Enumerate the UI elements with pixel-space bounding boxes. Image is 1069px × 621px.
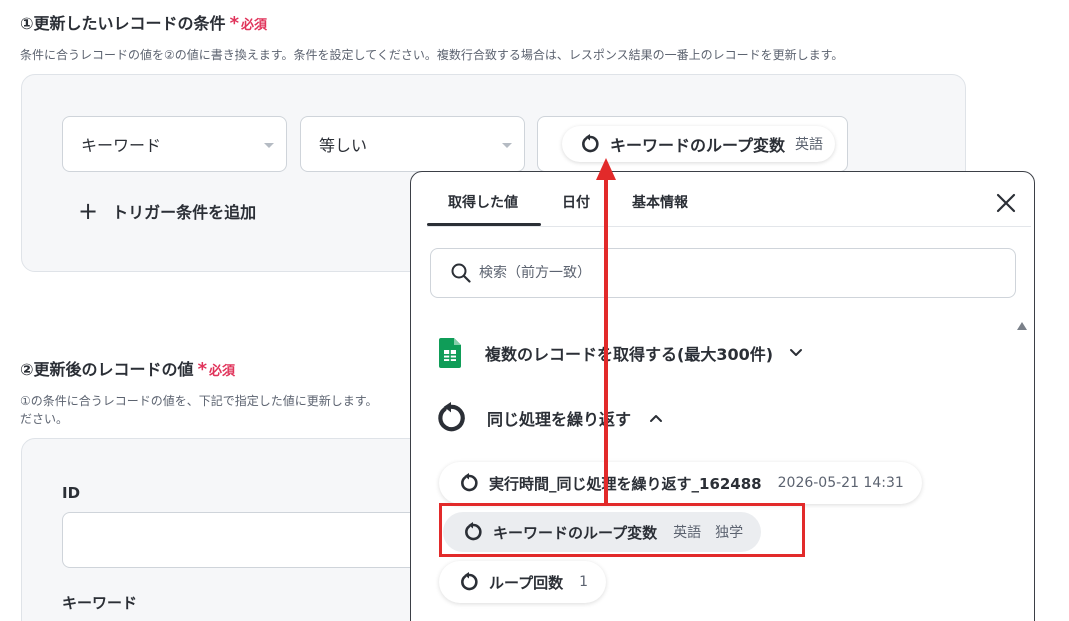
search-input[interactable] (479, 265, 879, 281)
value-item-value: 2026-05-21 14:31 (777, 475, 904, 491)
value-item-label: ループ回数 (489, 573, 564, 592)
arrow-up-icon (596, 158, 616, 180)
scroll-up-icon[interactable] (1017, 322, 1027, 330)
group-loop[interactable]: 同じ処理を繰り返す (435, 402, 663, 434)
add-trigger-label: トリガー条件を追加 (112, 203, 257, 222)
value-item-label: 実行時間_同じ処理を繰り返す_162488 (489, 474, 762, 493)
section1-title: ①更新したいレコードの条件 * 必須 (20, 10, 267, 34)
value-item-value: 1 (579, 574, 589, 590)
search-box[interactable] (430, 248, 1016, 298)
chevron-down-icon (790, 349, 803, 356)
section2-title-text: ②更新後のレコードの値 (20, 360, 194, 379)
section2-description-line2: ださい。 (20, 412, 69, 426)
operator-select[interactable]: 等しい (300, 116, 525, 172)
loop-icon (461, 473, 478, 492)
value-chip-value: 英語 (795, 137, 824, 153)
close-icon[interactable] (995, 192, 1017, 214)
required-star: * (229, 13, 239, 34)
required-label: 必須 (208, 364, 235, 379)
tab-basic-info[interactable]: 基本情報 (632, 192, 688, 212)
highlight-box (439, 503, 805, 557)
chevron-up-icon (650, 415, 663, 422)
section1-title-text: ①更新したいレコードの条件 (20, 14, 226, 33)
keyword-field-label: キーワード (62, 594, 138, 612)
required-label: 必須 (240, 18, 267, 33)
id-field-label: ID (62, 484, 81, 502)
group-get-records-label: 複数のレコードを取得する(最大300件) (485, 345, 774, 364)
tab-divider (427, 226, 1031, 227)
tab-date[interactable]: 日付 (562, 192, 590, 212)
section1-description: 条件に合うレコードの値を②の値に書き換えます。条件を設定してください。複数行合致… (20, 48, 844, 62)
google-sheets-icon (439, 338, 461, 368)
operator-select-value: 等しい (319, 136, 368, 155)
loop-icon (438, 402, 465, 432)
value-chip-label: キーワードのループ変数 (610, 136, 786, 155)
field-select[interactable]: キーワード (62, 116, 287, 172)
plus-icon: + (78, 197, 99, 225)
chevron-down-icon (502, 143, 512, 148)
section2-description-line1: ①の条件に合うレコードの値を、下記で指定した値に更新します。 (20, 394, 378, 408)
required-star: * (197, 359, 207, 380)
field-select-value: キーワード (81, 136, 162, 155)
value-chip[interactable]: キーワードのループ変数 英語 (562, 126, 836, 162)
group-loop-label: 同じ処理を繰り返す (487, 410, 632, 429)
group-get-records[interactable]: 複数のレコードを取得する(最大300件) (439, 338, 803, 368)
value-item-loop-count[interactable]: ループ回数 1 (439, 561, 607, 603)
loop-icon (582, 134, 599, 153)
annotation-arrow-line (604, 176, 608, 504)
tab-acquired-values[interactable]: 取得した値 (448, 192, 518, 212)
loop-icon (461, 572, 478, 591)
value-item-execution-time[interactable]: 実行時間_同じ処理を繰り返す_162488 2026-05-21 14:31 (439, 462, 922, 504)
section2-title: ②更新後のレコードの値 * 必須 (20, 356, 235, 380)
id-field-input[interactable] (62, 512, 432, 568)
chevron-down-icon (264, 143, 274, 148)
add-trigger-condition-button[interactable]: + トリガー条件を追加 (78, 199, 256, 223)
value-input[interactable]: キーワードのループ変数 英語 (537, 116, 848, 172)
search-icon (451, 263, 471, 283)
